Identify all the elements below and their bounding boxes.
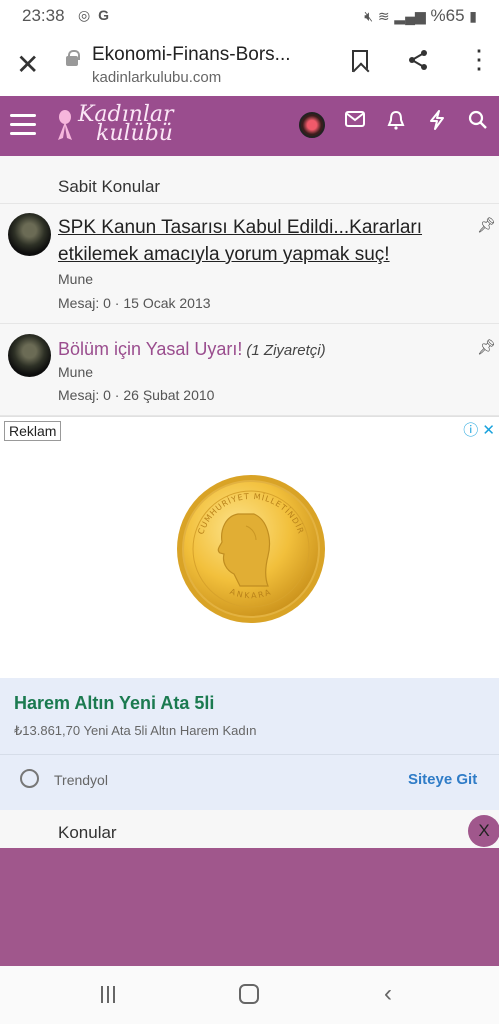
topic-meta: Mesaj: 0 · 26 Şubat 2010 bbox=[58, 387, 215, 403]
topic-title-text[interactable]: Bölüm için Yasal Uyarı! bbox=[58, 339, 242, 359]
topic-author[interactable]: Mune bbox=[58, 271, 93, 287]
visit-site-button[interactable]: Siteye Git bbox=[408, 771, 477, 788]
topic-author[interactable]: Mune bbox=[58, 364, 93, 380]
bookmark-icon[interactable] bbox=[352, 50, 368, 72]
wifi-icon: ≋ bbox=[377, 8, 390, 24]
recent-apps-icon[interactable] bbox=[101, 986, 121, 1003]
status-bar: 23:38 ◎ G 🔇︎ ≋ ▂▄▆ %65 ▮ bbox=[0, 0, 499, 34]
close-banner-button[interactable]: X bbox=[468, 815, 499, 847]
visitor-count: (1 Ziyaretçi) bbox=[246, 342, 326, 359]
ad-block[interactable]: Reklam ⓘ ✕ CUMHURİYET MİLLETİNDİR ANKARA… bbox=[0, 416, 499, 811]
share-icon[interactable] bbox=[406, 48, 430, 79]
g-icon: G bbox=[98, 7, 109, 23]
back-icon[interactable]: ‹ bbox=[384, 980, 392, 1008]
instagram-icon: ◎ bbox=[78, 7, 91, 23]
sticky-topics-heading: Sabit Konular bbox=[58, 177, 161, 196]
search-icon[interactable] bbox=[468, 110, 488, 136]
ad-product-name[interactable]: Harem Altın Yeni Ata 5li bbox=[14, 693, 214, 714]
bottom-ad-banner[interactable] bbox=[0, 848, 499, 966]
menu-icon[interactable] bbox=[10, 114, 36, 136]
battery-level: %65 bbox=[430, 6, 465, 25]
lock-icon bbox=[66, 50, 80, 66]
topic-title-link[interactable]: SPK Kanun Tasarısı Kabul Edildi...Kararl… bbox=[58, 214, 458, 268]
info-icon[interactable]: ⓘ bbox=[463, 422, 478, 439]
mute-icon: 🔇︎ bbox=[364, 8, 374, 24]
status-right: 🔇︎ ≋ ▂▄▆ %65 ▮ bbox=[364, 6, 477, 26]
pin-icon: 📌︎ bbox=[477, 217, 497, 234]
avatar[interactable] bbox=[8, 213, 51, 256]
page-title[interactable]: Ekonomi-Finans-Bors... bbox=[92, 44, 322, 66]
status-time: 23:38 bbox=[22, 6, 65, 25]
globe-icon bbox=[20, 769, 39, 788]
topics-heading: Konular bbox=[58, 823, 117, 842]
ad-store-name[interactable]: Trendyol bbox=[54, 772, 108, 788]
more-options-icon[interactable]: ⋮ bbox=[466, 46, 492, 72]
user-avatar[interactable] bbox=[299, 112, 325, 138]
page-domain[interactable]: kadinlarkulubu.com bbox=[92, 69, 221, 86]
pin-icon: 📌︎ bbox=[477, 339, 497, 356]
topic-title-link[interactable]: Bölüm için Yasal Uyarı! (1 Ziyaretçi) bbox=[58, 339, 326, 360]
site-logo[interactable]: Kadınlar kulübü bbox=[52, 102, 174, 146]
gold-coin-image[interactable]: CUMHURİYET MİLLETİNDİR ANKARA bbox=[176, 474, 326, 624]
home-icon[interactable] bbox=[239, 984, 259, 1004]
divider bbox=[0, 754, 499, 755]
ad-choices[interactable]: ⓘ ✕ bbox=[463, 419, 495, 440]
avatar[interactable] bbox=[8, 334, 51, 377]
battery-icon: ▮ bbox=[469, 8, 477, 24]
bell-icon[interactable] bbox=[387, 110, 405, 136]
mail-icon[interactable] bbox=[345, 110, 365, 133]
close-icon[interactable]: ✕ bbox=[16, 48, 39, 81]
logo-line2: kulübü bbox=[96, 121, 173, 146]
site-header: Kadınlar kulübü bbox=[0, 96, 499, 156]
signal-icon: ▂▄▆ bbox=[394, 8, 426, 24]
ad-product-desc[interactable]: ₺13.861,70 Yeni Ata 5li Altın Harem Kadı… bbox=[14, 723, 256, 739]
close-icon[interactable]: ✕ bbox=[482, 422, 495, 439]
system-nav-bar: ‹ bbox=[0, 966, 499, 1024]
notification-icons: ◎ G bbox=[78, 7, 109, 24]
lightning-icon[interactable] bbox=[429, 110, 445, 136]
topic-meta: Mesaj: 0 · 15 Ocak 2013 bbox=[58, 295, 211, 311]
ad-label: Reklam bbox=[4, 421, 62, 441]
browser-toolbar: ✕ Ekonomi-Finans-Bors... kadinlarkulubu.… bbox=[0, 34, 499, 96]
